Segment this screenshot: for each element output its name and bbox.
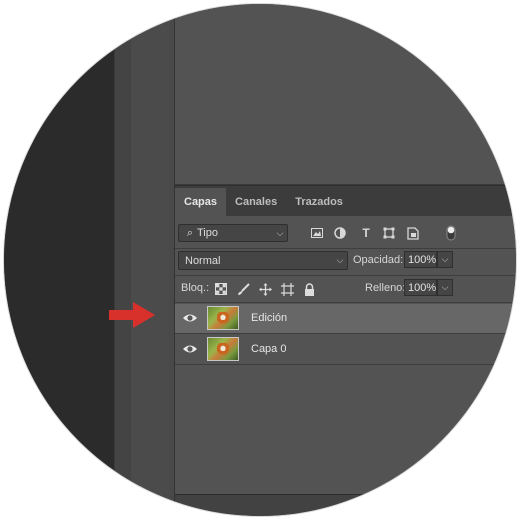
chevron-down-icon: ⌵ bbox=[336, 255, 344, 265]
type-filter-icon[interactable]: T bbox=[358, 225, 374, 241]
shape-filter-icon[interactable] bbox=[381, 225, 397, 241]
panel-footer bbox=[175, 494, 516, 516]
blend-mode-value: Normal bbox=[185, 254, 221, 267]
lock-image-pixels-icon[interactable] bbox=[235, 281, 251, 297]
chevron-down-icon: ⌵ bbox=[276, 227, 284, 238]
blend-row: Normal ⌵ Opacidad: 100% ⌵ bbox=[175, 250, 516, 274]
upper-panel-area bbox=[175, 4, 516, 185]
layer-row-edicion[interactable]: Edición bbox=[175, 304, 516, 334]
layer-name[interactable]: Edición bbox=[251, 312, 287, 324]
layers-panel: Capas Canales Trazados ⌕ Tipo ⌵ T Normal… bbox=[175, 185, 516, 496]
opacity-label: Opacidad: bbox=[353, 254, 404, 266]
filter-toggle-icon[interactable] bbox=[443, 225, 459, 241]
tab-canales[interactable]: Canales bbox=[226, 188, 286, 216]
adjustment-filter-icon[interactable] bbox=[332, 225, 348, 241]
eye-icon[interactable] bbox=[181, 341, 199, 357]
layer-row-capa-0[interactable]: Capa 0 bbox=[175, 335, 516, 365]
layer-thumbnail bbox=[207, 306, 239, 330]
lock-label: Bloq.: bbox=[181, 282, 210, 294]
lock-all-icon[interactable] bbox=[301, 281, 317, 297]
panel-tabs: Capas Canales Trazados bbox=[175, 186, 516, 216]
lock-row: Bloq.: Relleno: 100% ⌵ bbox=[175, 278, 516, 302]
filter-row: ⌕ Tipo ⌵ T bbox=[175, 222, 516, 248]
opacity-field[interactable]: 100% bbox=[404, 251, 437, 268]
tab-trazados[interactable]: Trazados bbox=[286, 188, 352, 216]
filter-kind-select[interactable]: ⌕ Tipo ⌵ bbox=[178, 224, 288, 242]
fill-label: Relleno: bbox=[365, 282, 406, 294]
image-filter-icon[interactable] bbox=[309, 225, 325, 241]
canvas-area bbox=[4, 4, 114, 516]
filter-kind-value: Tipo bbox=[197, 227, 218, 239]
fill-field[interactable]: 100% bbox=[404, 279, 437, 296]
search-icon: ⌕ bbox=[186, 226, 194, 239]
smart-object-filter-icon[interactable] bbox=[405, 225, 421, 241]
zoom-circle: Capas Canales Trazados ⌕ Tipo ⌵ T Normal… bbox=[3, 3, 517, 517]
opacity-dropdown-button[interactable]: ⌵ bbox=[437, 251, 453, 268]
blend-mode-select[interactable]: Normal ⌵ bbox=[178, 251, 348, 270]
lock-artboard-icon[interactable] bbox=[279, 281, 295, 297]
collapsed-panel-dock bbox=[131, 4, 170, 516]
lock-position-icon[interactable] bbox=[257, 281, 273, 297]
scroll-track[interactable] bbox=[114, 4, 132, 516]
eye-icon[interactable] bbox=[181, 310, 199, 326]
red-arrow-icon bbox=[109, 302, 155, 328]
layer-name[interactable]: Capa 0 bbox=[251, 343, 286, 355]
layer-thumbnail bbox=[207, 337, 239, 361]
lock-transparent-pixels-icon[interactable] bbox=[213, 281, 229, 297]
tab-capas[interactable]: Capas bbox=[175, 188, 227, 216]
fill-dropdown-button[interactable]: ⌵ bbox=[437, 279, 453, 296]
